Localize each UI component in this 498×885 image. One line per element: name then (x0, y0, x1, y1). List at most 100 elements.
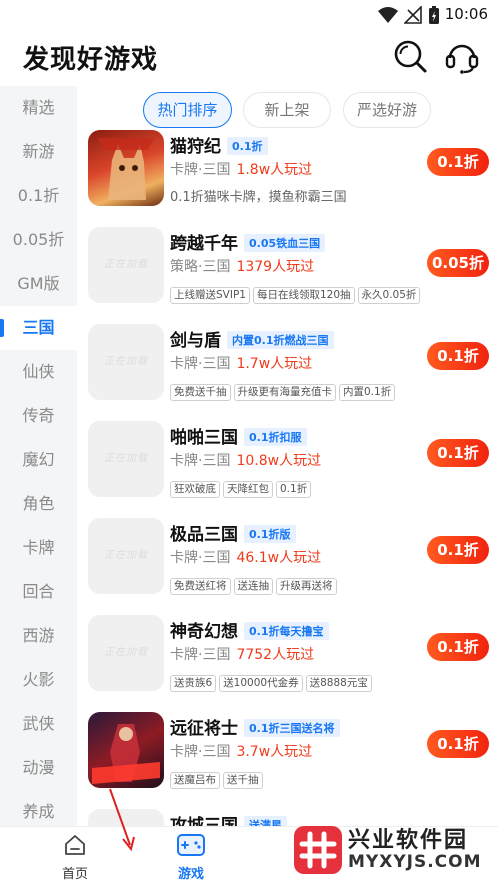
game-item[interactable]: 正在加载 啪啪三国 0.1折扣服 卡牌·三国 10.8w人玩过 狂欢破底 天降红包 0.… (77, 421, 498, 518)
game-thumbnail: 正在加载 (88, 421, 164, 497)
sidebar-item-0.05zhe[interactable]: 0.05折 (0, 218, 77, 262)
game-tag: 升级更有海量充值卡 (233, 384, 336, 401)
sidebar-item-sanguo[interactable]: 三国 (0, 306, 77, 350)
game-badge: 0.1折每天撸宝 (244, 622, 329, 640)
tab-new-release[interactable]: 新上架 (243, 92, 331, 128)
game-meta: 卡牌·三国 46.1w人玩过 (170, 550, 322, 566)
game-meta: 策略·三国 1379人玩过 (170, 259, 315, 275)
download-button[interactable]: 0.1折 (427, 730, 489, 758)
game-item[interactable]: 正在加载 神奇幻想 0.1折每天撸宝 卡牌·三国 7752人玩过 送贵族6 送1000… (77, 615, 498, 712)
game-tag: 天降红包 (223, 481, 273, 498)
game-tags: 免费送红将 送连抽 升级再送将 (170, 574, 340, 595)
wifi-icon (378, 7, 398, 23)
game-name: 啪啪三国 0.1折扣服 (170, 423, 307, 448)
game-name: 远征将士 0.1折三国送名将 (170, 714, 340, 739)
nav-games-label: 游戏 (177, 867, 204, 882)
nav-games[interactable]: 游戏 (156, 827, 226, 885)
sidebar-item-juese[interactable]: 角色 (0, 482, 77, 526)
game-tag: 送8888元宝 (305, 675, 372, 692)
game-tag: 内置0.1折 (339, 384, 396, 401)
sidebar-item-xianxia[interactable]: 仙侠 (0, 350, 77, 394)
game-name: 神奇幻想 0.1折每天撸宝 (170, 617, 329, 642)
home-icon (65, 835, 85, 855)
customer-service-icon[interactable] (444, 38, 480, 74)
game-name: 极品三国 0.1折版 (170, 520, 296, 545)
nav-home[interactable]: 首页 (40, 827, 110, 885)
sidebar-item-xinyou[interactable]: 新游 (0, 130, 77, 174)
sidebar-item-kapai[interactable]: 卡牌 (0, 526, 77, 570)
download-button[interactable]: 0.1折 (427, 633, 489, 661)
sidebar-item-yangcheng[interactable]: 养成 (0, 790, 77, 826)
game-tag: 永久0.05折 (357, 287, 421, 304)
game-badge: 0.1折 (227, 137, 268, 155)
game-name: 剑与盾 内置0.1折燃战三国 (170, 326, 334, 351)
download-button[interactable]: 0.05折 (427, 249, 489, 277)
game-tag: 送贵族6 (170, 675, 217, 692)
game-desc: 0.1折猫咪卡牌，摸鱼称霸三国 (170, 190, 347, 205)
page-title: 发现好游戏 (23, 45, 159, 75)
game-badge: 0.1折三国送名将 (244, 719, 340, 737)
game-tag: 送魔吕布 (170, 772, 220, 789)
game-tag: 送10000代金券 (219, 675, 303, 692)
game-tag: 免费送红将 (170, 578, 231, 595)
game-tag: 上线赠送SVIP1 (170, 287, 250, 304)
game-tags: 送魔吕布 送千抽 (170, 768, 266, 789)
tab-hot-sort[interactable]: 热门排序 (143, 92, 232, 128)
sidebar-item-gm[interactable]: GM版 (0, 262, 77, 306)
game-item[interactable]: 正在加载 极品三国 0.1折版 卡牌·三国 46.1w人玩过 免费送红将 送连抽 升级再… (77, 518, 498, 615)
game-meta: 卡牌·三国 10.8w人玩过 (170, 453, 322, 469)
game-item[interactable]: 正在加载 剑与盾 内置0.1折燃战三国 卡牌·三国 1.7w人玩过 免费送千抽 升级更… (77, 324, 498, 421)
game-tag: 狂欢破底 (170, 481, 220, 498)
download-button[interactable]: 0.1折 (427, 342, 489, 370)
game-thumbnail (88, 712, 164, 788)
game-tag: 升级再送将 (276, 578, 337, 595)
game-thumbnail: 正在加载 (88, 227, 164, 303)
battery-icon (429, 6, 439, 24)
sidebar-item-jingxuan[interactable]: 精选 (0, 86, 77, 130)
sidebar-item-xiyou[interactable]: 西游 (0, 614, 77, 658)
game-tag: 免费送千抽 (170, 384, 231, 401)
arrow-annotation (109, 788, 135, 852)
no-signal-icon (404, 6, 422, 24)
game-name: 猫狩纪 0.1折 (170, 132, 268, 157)
game-thumbnail: 正在加载 (88, 615, 164, 691)
watermark-logo (294, 826, 342, 874)
search-icon[interactable] (392, 38, 428, 74)
download-button[interactable]: 0.1折 (427, 439, 489, 467)
sidebar-item-wuxia[interactable]: 武侠 (0, 702, 77, 746)
game-meta: 卡牌·三国 3.7w人玩过 (170, 744, 313, 760)
app-header: 发现好游戏 (0, 30, 498, 86)
tab-curated[interactable]: 严选好游 (343, 92, 431, 128)
game-tags: 上线赠送SVIP1 每日在线领取120抽 永久0.05折 (170, 283, 423, 304)
game-badge: 内置0.1折燃战三国 (227, 331, 334, 349)
sidebar-item-0.1zhe[interactable]: 0.1折 (0, 174, 77, 218)
sidebar-item-mohuan[interactable]: 魔幻 (0, 438, 77, 482)
download-button[interactable]: 0.1折 (427, 536, 489, 564)
sidebar-item-chuanqi[interactable]: 传奇 (0, 394, 77, 438)
game-tag: 每日在线领取120抽 (252, 287, 355, 304)
sidebar-item-dongman[interactable]: 动漫 (0, 746, 77, 790)
sidebar-item-huihe[interactable]: 回合 (0, 570, 77, 614)
download-button[interactable]: 0.1折 (427, 148, 489, 176)
warrior-art (92, 724, 160, 784)
cat-warrior-art (98, 138, 154, 200)
game-meta: 卡牌·三国 7752人玩过 (170, 647, 315, 663)
game-tag: 0.1折 (276, 481, 312, 498)
status-time: 10:06 (444, 5, 488, 23)
sidebar-item-huoying[interactable]: 火影 (0, 658, 77, 702)
watermark-title: 兴业软件园 (348, 828, 469, 853)
game-item[interactable]: 正在加载 跨越千年 0.05铁血三国 策略·三国 1379人玩过 上线赠送SVIP1… (77, 227, 498, 324)
game-thumbnail: 正在加载 (88, 324, 164, 400)
game-tag: 送千抽 (223, 772, 263, 789)
game-item[interactable]: 猫狩纪 0.1折 卡牌·三国 1.8w人玩过 0.1折猫咪卡牌，摸鱼称霸三国 0.1… (77, 130, 498, 227)
watermark-url: MYXYJS.COM (348, 852, 482, 872)
game-badge: 0.1折版 (244, 525, 296, 543)
game-badge: 送满星 (244, 816, 287, 826)
watermark: 兴业软件园 MYXYJS.COM (292, 820, 492, 880)
game-tag: 送连抽 (233, 578, 273, 595)
nav-home-label: 首页 (61, 867, 88, 882)
gamepad-icon (177, 834, 205, 856)
game-tags: 送贵族6 送10000代金券 送8888元宝 (170, 671, 375, 692)
game-meta: 卡牌·三国 1.7w人玩过 (170, 356, 313, 372)
category-sidebar: 精选 新游 0.1折 0.05折 GM版 三国 仙侠 传奇 魔幻 角色 卡牌 回… (0, 86, 77, 826)
